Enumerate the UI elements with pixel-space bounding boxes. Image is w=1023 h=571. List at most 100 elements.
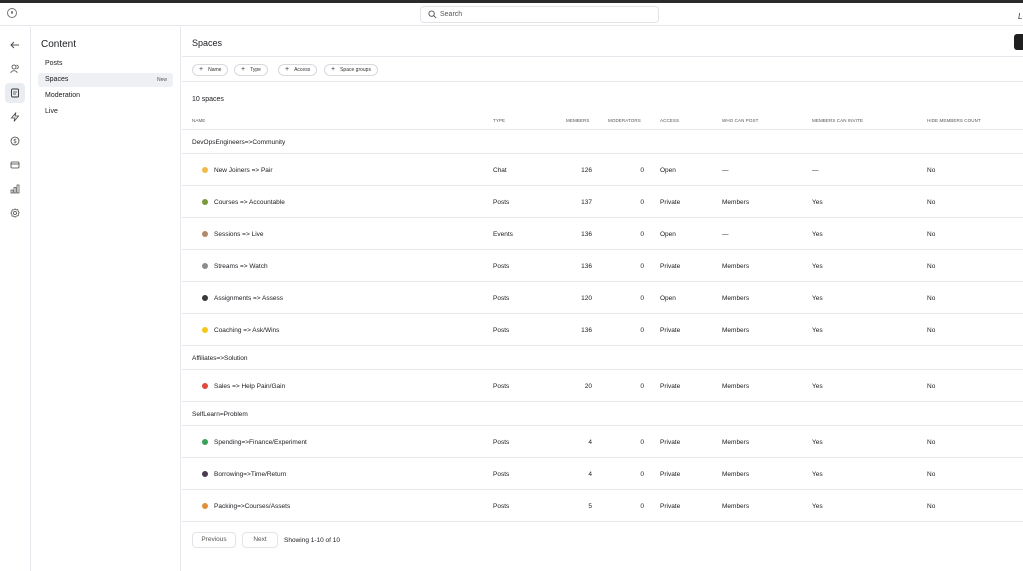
filter-chip-label: Access <box>294 67 311 73</box>
filter-chip-space-groups[interactable]: + Space groups <box>324 64 378 76</box>
cell-moderators: 0 <box>640 199 644 206</box>
cell-hide-members-count: No <box>927 263 936 270</box>
table-row[interactable]: Streams => Watch Posts 136 0 Private Members Y… <box>182 250 1023 282</box>
cell-members-can-invite: Yes <box>812 263 823 270</box>
settings-gear-icon[interactable] <box>5 203 25 223</box>
cell-moderators: 0 <box>640 263 644 270</box>
cell-type: Posts <box>493 471 510 478</box>
table-row[interactable]: Sessions => Live Events 136 0 Open — Yes No <box>182 218 1023 250</box>
column-header-type[interactable]: TYPE <box>493 118 505 123</box>
subnav-item-live[interactable]: Live <box>38 105 173 119</box>
page-title: Spaces <box>192 38 223 48</box>
cell-name[interactable]: Borrowing=>Time/Return <box>214 471 286 478</box>
column-header-moderators[interactable]: MODERATORS <box>608 118 641 123</box>
previous-page-button[interactable]: Previous <box>192 532 236 548</box>
cell-name[interactable]: Sales => Help Pain/Gain <box>214 383 285 390</box>
cell-hide-members-count: No <box>927 231 936 238</box>
back-arrow-icon[interactable] <box>5 35 25 55</box>
cell-name[interactable]: Coaching => Ask/Wins <box>214 327 279 334</box>
filter-chip-type[interactable]: + Type <box>234 64 268 76</box>
table-row[interactable]: Coaching => Ask/Wins Posts 136 0 Private Memb… <box>182 314 1023 346</box>
cell-who-can-post: — <box>722 167 729 174</box>
avatar[interactable]: L <box>1018 12 1022 21</box>
column-header-hide-members-count[interactable]: HIDE MEMBERS COUNT <box>927 118 981 123</box>
cell-members-can-invite: Yes <box>812 503 823 510</box>
eyes-icon <box>202 295 208 301</box>
cell-members: 136 <box>581 327 592 334</box>
space-group-row[interactable]: Affiliates=>Solution <box>182 346 1023 370</box>
cell-name[interactable]: Streams => Watch <box>214 263 268 270</box>
cell-access: Private <box>660 439 681 446</box>
plus-icon: + <box>331 66 336 73</box>
cell-access: Private <box>660 263 681 270</box>
cell-members: 20 <box>584 383 592 390</box>
new-space-button[interactable] <box>1014 34 1023 50</box>
filter-chip-access[interactable]: + Access <box>278 64 318 76</box>
subnav-item-label: Live <box>45 108 58 115</box>
pagination-info: Showing 1-10 of 10 <box>284 537 341 544</box>
column-header-members[interactable]: MEMBERS <box>566 118 589 123</box>
cell-moderators: 0 <box>640 503 644 510</box>
table-row[interactable]: Packing=>Courses/Assets Posts 5 0 Private Mem… <box>182 490 1023 522</box>
cell-members: 126 <box>581 167 592 174</box>
person-icon <box>202 231 208 237</box>
cell-members: 5 <box>588 503 592 510</box>
column-header-members-can-invite[interactable]: MEMBERS CAN INVITE <box>812 118 863 123</box>
cell-name[interactable]: Assignments => Assess <box>214 295 283 302</box>
cell-access: Private <box>660 199 681 206</box>
cell-name[interactable]: Sessions => Live <box>214 231 264 238</box>
members-icon[interactable] <box>5 59 25 79</box>
column-header-name[interactable]: NAME <box>192 118 205 123</box>
cell-moderators: 0 <box>640 295 644 302</box>
cell-members-can-invite: Yes <box>812 231 823 238</box>
space-group-row[interactable]: SelfLearn=Problem <box>182 402 1023 426</box>
filter-chip-name[interactable]: + Name <box>192 64 229 76</box>
cell-hide-members-count: No <box>927 471 936 478</box>
ball-icon <box>202 471 208 477</box>
table-row[interactable]: Courses => Accountable Posts 137 0 Private Me… <box>182 186 1023 218</box>
paywalls-dollar-icon[interactable]: $ <box>5 131 25 151</box>
new-badge: New <box>156 77 167 83</box>
content-icon[interactable] <box>5 83 25 103</box>
table-row[interactable]: Spending=>Finance/Experiment Posts 4 0 Priva… <box>182 426 1023 458</box>
workflows-bolt-icon[interactable] <box>5 107 25 127</box>
cell-name[interactable]: Courses => Accountable <box>214 199 285 206</box>
cell-hide-members-count: No <box>927 167 936 174</box>
filter-chip-label: Space groups <box>340 67 371 73</box>
table-row[interactable]: New Joiners => Pair Chat 126 0 Open — — No <box>182 154 1023 186</box>
column-header-who-can-post[interactable]: WHO CAN POST <box>722 118 758 123</box>
cell-who-can-post: Members <box>722 327 750 334</box>
logo-icon[interactable] <box>7 8 17 18</box>
cell-name[interactable]: New Joiners => Pair <box>214 167 273 174</box>
cell-moderators: 0 <box>640 327 644 334</box>
cell-name[interactable]: Packing=>Courses/Assets <box>214 503 290 510</box>
search-icon <box>428 10 437 19</box>
cell-members-can-invite: Yes <box>812 327 823 334</box>
icon-rail: $ <box>0 27 31 571</box>
cell-access: Private <box>660 383 681 390</box>
subnav-item-label: Spaces <box>45 76 69 83</box>
table-row[interactable]: Assignments => Assess Posts 120 0 Open Member… <box>182 282 1023 314</box>
subnav-item-label: Posts <box>45 60 63 67</box>
space-group-row[interactable]: DevOpsEngineers=>Community <box>182 130 1023 154</box>
table-row[interactable]: Sales => Help Pain/Gain Posts 20 0 Private Me… <box>182 370 1023 402</box>
column-header-access[interactable]: ACCESS <box>660 118 679 123</box>
cell-type: Chat <box>493 167 507 174</box>
cell-access: Private <box>660 471 681 478</box>
cell-who-can-post: Members <box>722 471 750 478</box>
box-icon <box>202 503 208 509</box>
cell-members-can-invite: Yes <box>812 471 823 478</box>
cell-type: Posts <box>493 439 510 446</box>
email-hub-icon[interactable] <box>5 155 25 175</box>
cell-name[interactable]: Spending=>Finance/Experiment <box>214 439 307 446</box>
cell-access: Private <box>660 503 681 510</box>
analytics-icon[interactable] <box>5 179 25 199</box>
subnav-item-posts[interactable]: Posts <box>38 57 173 71</box>
next-page-button[interactable]: Next <box>242 532 278 548</box>
cell-moderators: 0 <box>640 167 644 174</box>
spaces-count: 10 spaces <box>192 96 224 103</box>
subnav-item-moderation[interactable]: Moderation <box>38 89 173 103</box>
search-input[interactable]: Search <box>420 6 659 23</box>
subnav-item-spaces[interactable]: Spaces New <box>38 73 173 87</box>
table-row[interactable]: Borrowing=>Time/Return Posts 4 0 Private Memb… <box>182 458 1023 490</box>
